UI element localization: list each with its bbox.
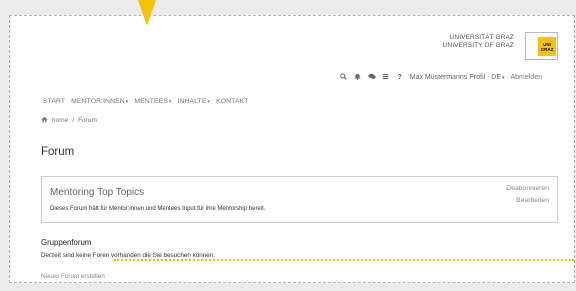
nav-item-mentorinnen[interactable]: MENTOR:INNEN▾ bbox=[71, 98, 128, 105]
breadcrumb: home / Forum bbox=[41, 116, 97, 125]
create-forum-link[interactable]: Neues Forum erstellen bbox=[41, 273, 105, 280]
main-nav: START MENTOR:INNEN▾ MENTEES▾ INHALTE▾ KO… bbox=[43, 98, 248, 105]
nav-label-mentorinnen: MENTOR:INNEN bbox=[71, 98, 125, 105]
group-forum-empty-text: Derzeit sind keine Foren vorhanden die S… bbox=[41, 252, 215, 259]
top-pointer-marker bbox=[138, 0, 156, 26]
chevron-down-icon: ▾ bbox=[207, 99, 211, 105]
nav-item-kontakt[interactable]: KONTAKT bbox=[216, 98, 248, 105]
forum-card-title[interactable]: Mentoring Top Topics bbox=[50, 187, 144, 198]
university-logo[interactable]: UNI GRAZ bbox=[525, 32, 558, 60]
logo-text: UNI GRAZ bbox=[540, 42, 554, 52]
forum-card-description: Dieses Forum hält für Mentor:innen und M… bbox=[50, 206, 266, 212]
logout-link[interactable]: Abmelden bbox=[510, 74, 542, 81]
language-label: DE bbox=[491, 74, 501, 81]
chevron-down-icon: ▾ bbox=[125, 99, 129, 105]
chat-icon[interactable] bbox=[368, 73, 376, 82]
university-name-en: UNIVERSITY OF GRAZ bbox=[442, 42, 514, 49]
page-title: Forum bbox=[41, 146, 75, 158]
chevron-down-icon: ▾ bbox=[168, 99, 172, 105]
edit-link[interactable]: Bearbeiten bbox=[506, 195, 549, 207]
breadcrumb-current: Forum bbox=[78, 117, 97, 124]
language-select[interactable]: DE▾ bbox=[491, 74, 504, 81]
user-profile-link[interactable]: Max Mustermanns Profil bbox=[410, 74, 485, 81]
page-frame: UNIVERSITÄT GRAZ UNIVERSITY OF GRAZ UNI … bbox=[9, 15, 575, 283]
breadcrumb-separator: / bbox=[72, 117, 75, 124]
forum-card-actions: Deabonnieren Bearbeiten bbox=[506, 183, 549, 207]
home-icon bbox=[41, 116, 48, 125]
help-icon[interactable]: ? bbox=[396, 74, 404, 81]
nav-item-mentees[interactable]: MENTEES▾ bbox=[134, 98, 171, 105]
university-name: UNIVERSITÄT GRAZ UNIVERSITY OF GRAZ bbox=[443, 34, 514, 50]
nav-label-mentees: MENTEES bbox=[134, 98, 168, 105]
bell-icon[interactable] bbox=[354, 73, 362, 82]
nav-item-start[interactable]: START bbox=[43, 98, 65, 105]
breadcrumb-home[interactable]: home bbox=[52, 117, 68, 124]
nav-label-inhalte: INHALTE bbox=[177, 98, 207, 105]
search-icon[interactable] bbox=[340, 73, 348, 82]
group-forum-heading: Gruppenforum bbox=[41, 238, 92, 247]
unsubscribe-link[interactable]: Deabonnieren bbox=[506, 183, 549, 195]
utility-bar: ? Max Mustermanns Profil DE▾ Abmelden bbox=[340, 73, 542, 82]
forum-card: Mentoring Top Topics Dieses Forum hält f… bbox=[41, 176, 558, 223]
logo-mark: UNI GRAZ bbox=[538, 37, 556, 56]
university-name-de: UNIVERSITÄT GRAZ bbox=[449, 34, 514, 41]
nav-item-inhalte[interactable]: INHALTE▾ bbox=[178, 98, 211, 105]
chevron-down-icon: ▾ bbox=[501, 75, 505, 81]
dotted-guide-line bbox=[114, 259, 574, 261]
menu-icon[interactable] bbox=[382, 73, 390, 82]
